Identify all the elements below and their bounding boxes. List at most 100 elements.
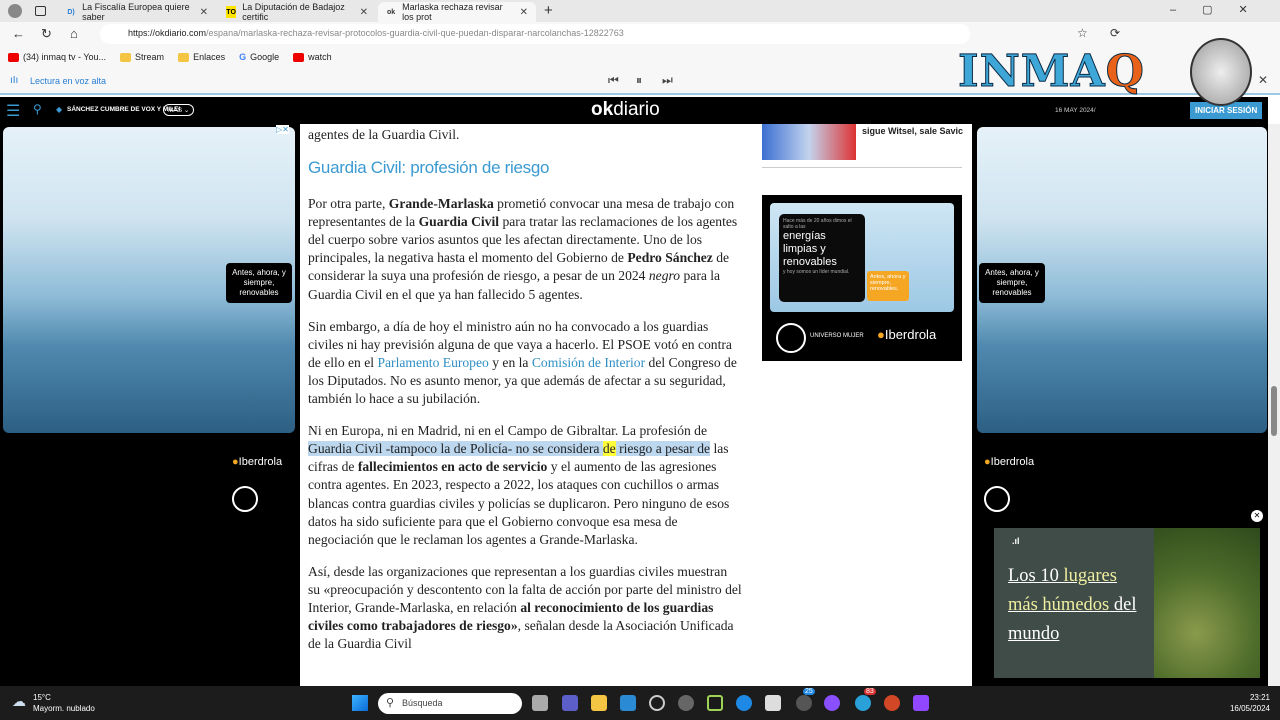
article-link[interactable]: Parlamento Europeo bbox=[377, 355, 488, 370]
url-input[interactable]: https://okdiario.com/espana/marlaska-rec… bbox=[100, 24, 970, 44]
scrollbar-thumb[interactable] bbox=[1271, 386, 1277, 436]
article-body: agentes de la Guardia Civil. Guardia Civ… bbox=[300, 124, 750, 686]
taskbar-search[interactable]: ⚲ Búsqueda bbox=[378, 693, 522, 714]
iberdrola-logo: ●Iberdrola bbox=[877, 327, 937, 342]
bookmark-google[interactable]: G Google bbox=[239, 52, 279, 62]
bookmark-inmaq-tv[interactable]: (34) inmaq tv - You... bbox=[8, 52, 106, 63]
pause-icon[interactable]: ⏸ bbox=[636, 73, 642, 88]
bookmark-label: Google bbox=[250, 52, 280, 62]
back-icon[interactable]: ← bbox=[12, 26, 25, 41]
camtasia-icon[interactable] bbox=[707, 695, 723, 711]
ad-small-text: y hoy somos un líder mundial. bbox=[783, 269, 850, 275]
article-paragraph: agentes de la Guardia Civil. bbox=[308, 127, 460, 142]
close-tab-icon[interactable]: ✕ bbox=[360, 7, 368, 18]
store-icon[interactable] bbox=[765, 695, 781, 711]
start-icon[interactable] bbox=[352, 695, 368, 711]
clock-date[interactable]: 16/05/2024 bbox=[1212, 704, 1270, 713]
article-text: Guardia Civil bbox=[418, 214, 500, 230]
article-text: negro bbox=[648, 268, 681, 284]
tab-favicon: TO bbox=[226, 6, 237, 18]
universo-mujer-logo bbox=[232, 486, 258, 512]
section-heading: Guardia Civil: profesión de riesgo bbox=[308, 158, 550, 178]
ad-choices-icon[interactable]: ▷✕ bbox=[276, 125, 289, 134]
previous-icon[interactable]: ⏮ bbox=[608, 73, 619, 88]
article-text: Ni en Europa, ni en Madrid, ni en el Cam… bbox=[308, 423, 708, 439]
google-icon: G bbox=[239, 52, 247, 62]
search-icon[interactable]: ⚲ bbox=[33, 102, 42, 116]
brand-label: Iberdrola bbox=[990, 456, 1035, 468]
okdiario-logo[interactable]: okdiario bbox=[591, 99, 660, 121]
right-ad[interactable]: Antes, ahora, y siempre, renovables ●Ibe… bbox=[972, 124, 1268, 686]
bookmark-stream[interactable]: Stream bbox=[120, 52, 164, 63]
tab-actions-icon[interactable] bbox=[35, 6, 46, 16]
youtube-icon bbox=[293, 53, 305, 63]
forest-image bbox=[1154, 528, 1260, 678]
page-scrollbar[interactable] bbox=[1268, 124, 1280, 686]
article-paragraph: Por otra parte, Grande-Marlaska prometió… bbox=[308, 195, 742, 304]
tab-favicon: ok bbox=[386, 8, 396, 16]
whatsapp-icon[interactable] bbox=[796, 695, 812, 711]
window-controls[interactable]: –▢✕ bbox=[1170, 3, 1274, 16]
sidebar-ad[interactable]: Hace más de 20 años dimos el salto a las… bbox=[762, 195, 962, 361]
close-read-aloud-icon[interactable]: ✕ bbox=[1258, 73, 1268, 87]
promo-card[interactable]: .ıl Los 10 lugares más húmedos del mundo bbox=[994, 528, 1260, 678]
article-link[interactable]: Comisión de Interior bbox=[532, 355, 645, 370]
more-label: MÁS bbox=[168, 107, 183, 114]
tab-favicon: D) bbox=[67, 8, 75, 16]
twitch-icon[interactable] bbox=[913, 695, 929, 711]
universo-mujer-logo bbox=[984, 486, 1010, 512]
powerpoint-icon[interactable] bbox=[884, 695, 900, 711]
folder-icon bbox=[178, 53, 190, 63]
tab-title: La Fiscalía Europea quiere saber bbox=[82, 2, 190, 22]
more-button[interactable]: MÁS ⌄ bbox=[163, 104, 195, 116]
promo-title-part: Los 10 bbox=[1008, 566, 1064, 586]
logo-diario: diario bbox=[613, 99, 660, 120]
tab-fiscalia[interactable]: D) La Fiscalía Europea quiere saber ✕ bbox=[58, 2, 216, 22]
related-thumbnail[interactable] bbox=[762, 124, 856, 160]
article-text: Por otra parte, bbox=[308, 196, 389, 212]
related-article-link[interactable]: sigue Witsel, sale Savic bbox=[862, 126, 963, 136]
promo-title-part: lugares bbox=[1063, 566, 1117, 586]
profile-avatar[interactable] bbox=[8, 4, 22, 18]
clock-time[interactable]: 23:21 bbox=[1236, 693, 1270, 702]
ad-tagline: Antes, ahora, y siempre, renovables bbox=[226, 263, 292, 303]
menu-icon[interactable]: ☰ bbox=[6, 101, 20, 121]
tag-icon: ◆ bbox=[56, 105, 63, 114]
home-icon[interactable]: ⌂ bbox=[70, 26, 78, 41]
mail-icon[interactable] bbox=[620, 695, 636, 711]
task-view-icon[interactable] bbox=[532, 695, 548, 711]
article-text: fallecimientos en acto de servicio bbox=[357, 459, 548, 475]
ad-text-box: Hace más de 20 años dimos el salto a las… bbox=[779, 214, 865, 302]
tab-diputacion[interactable]: TO La Diputación de Badajoz certific ✕ bbox=[218, 2, 376, 22]
close-promo-icon[interactable]: ✕ bbox=[1251, 510, 1263, 522]
bookmark-watch[interactable]: watch bbox=[293, 52, 332, 63]
file-explorer-icon[interactable] bbox=[591, 695, 607, 711]
weather-icon: ☁ bbox=[12, 693, 26, 709]
left-ad[interactable]: Antes, ahora, y siempre, renovables ▷✕ ●… bbox=[0, 124, 300, 686]
bookmark-enlaces[interactable]: Enlaces bbox=[178, 52, 225, 63]
next-icon[interactable]: ⏭ bbox=[662, 73, 673, 88]
article-paragraph: Sin embargo, a día de hoy el ministro aú… bbox=[308, 318, 742, 408]
tab-title: La Diputación de Badajoz certific bbox=[242, 2, 345, 22]
promo-title-part: más húmedos bbox=[1008, 595, 1110, 615]
logo-ok: ok bbox=[591, 99, 614, 120]
app-icon[interactable] bbox=[678, 695, 694, 711]
teams-icon[interactable] bbox=[562, 695, 578, 711]
edge-icon[interactable] bbox=[736, 695, 752, 711]
article-text: riesgo a pesar de bbox=[615, 441, 711, 457]
refresh-icon[interactable]: ↻ bbox=[41, 26, 52, 42]
app-icon[interactable] bbox=[824, 695, 840, 711]
close-tab-icon[interactable]: ✕ bbox=[520, 7, 528, 18]
close-tab-icon[interactable]: ✕ bbox=[200, 7, 208, 18]
weather-text[interactable]: Mayorm. nublado bbox=[33, 704, 95, 713]
ad-small-text: Hace más de 20 años dimos el salto a las bbox=[783, 218, 852, 230]
tab-marlaska[interactable]: ok Marlaska rechaza revisar los prot ✕ bbox=[378, 2, 536, 22]
search-icon: ⚲ bbox=[386, 697, 395, 709]
telegram-icon[interactable] bbox=[855, 695, 871, 711]
article-text: de bbox=[602, 441, 616, 457]
obs-icon[interactable] bbox=[649, 695, 665, 711]
new-tab-button[interactable]: + bbox=[544, 2, 553, 19]
notification-badge: 25 bbox=[803, 688, 815, 695]
temperature: 15°C bbox=[33, 693, 51, 702]
promo-title[interactable]: Los 10 lugares más húmedos del mundo bbox=[1008, 562, 1148, 649]
